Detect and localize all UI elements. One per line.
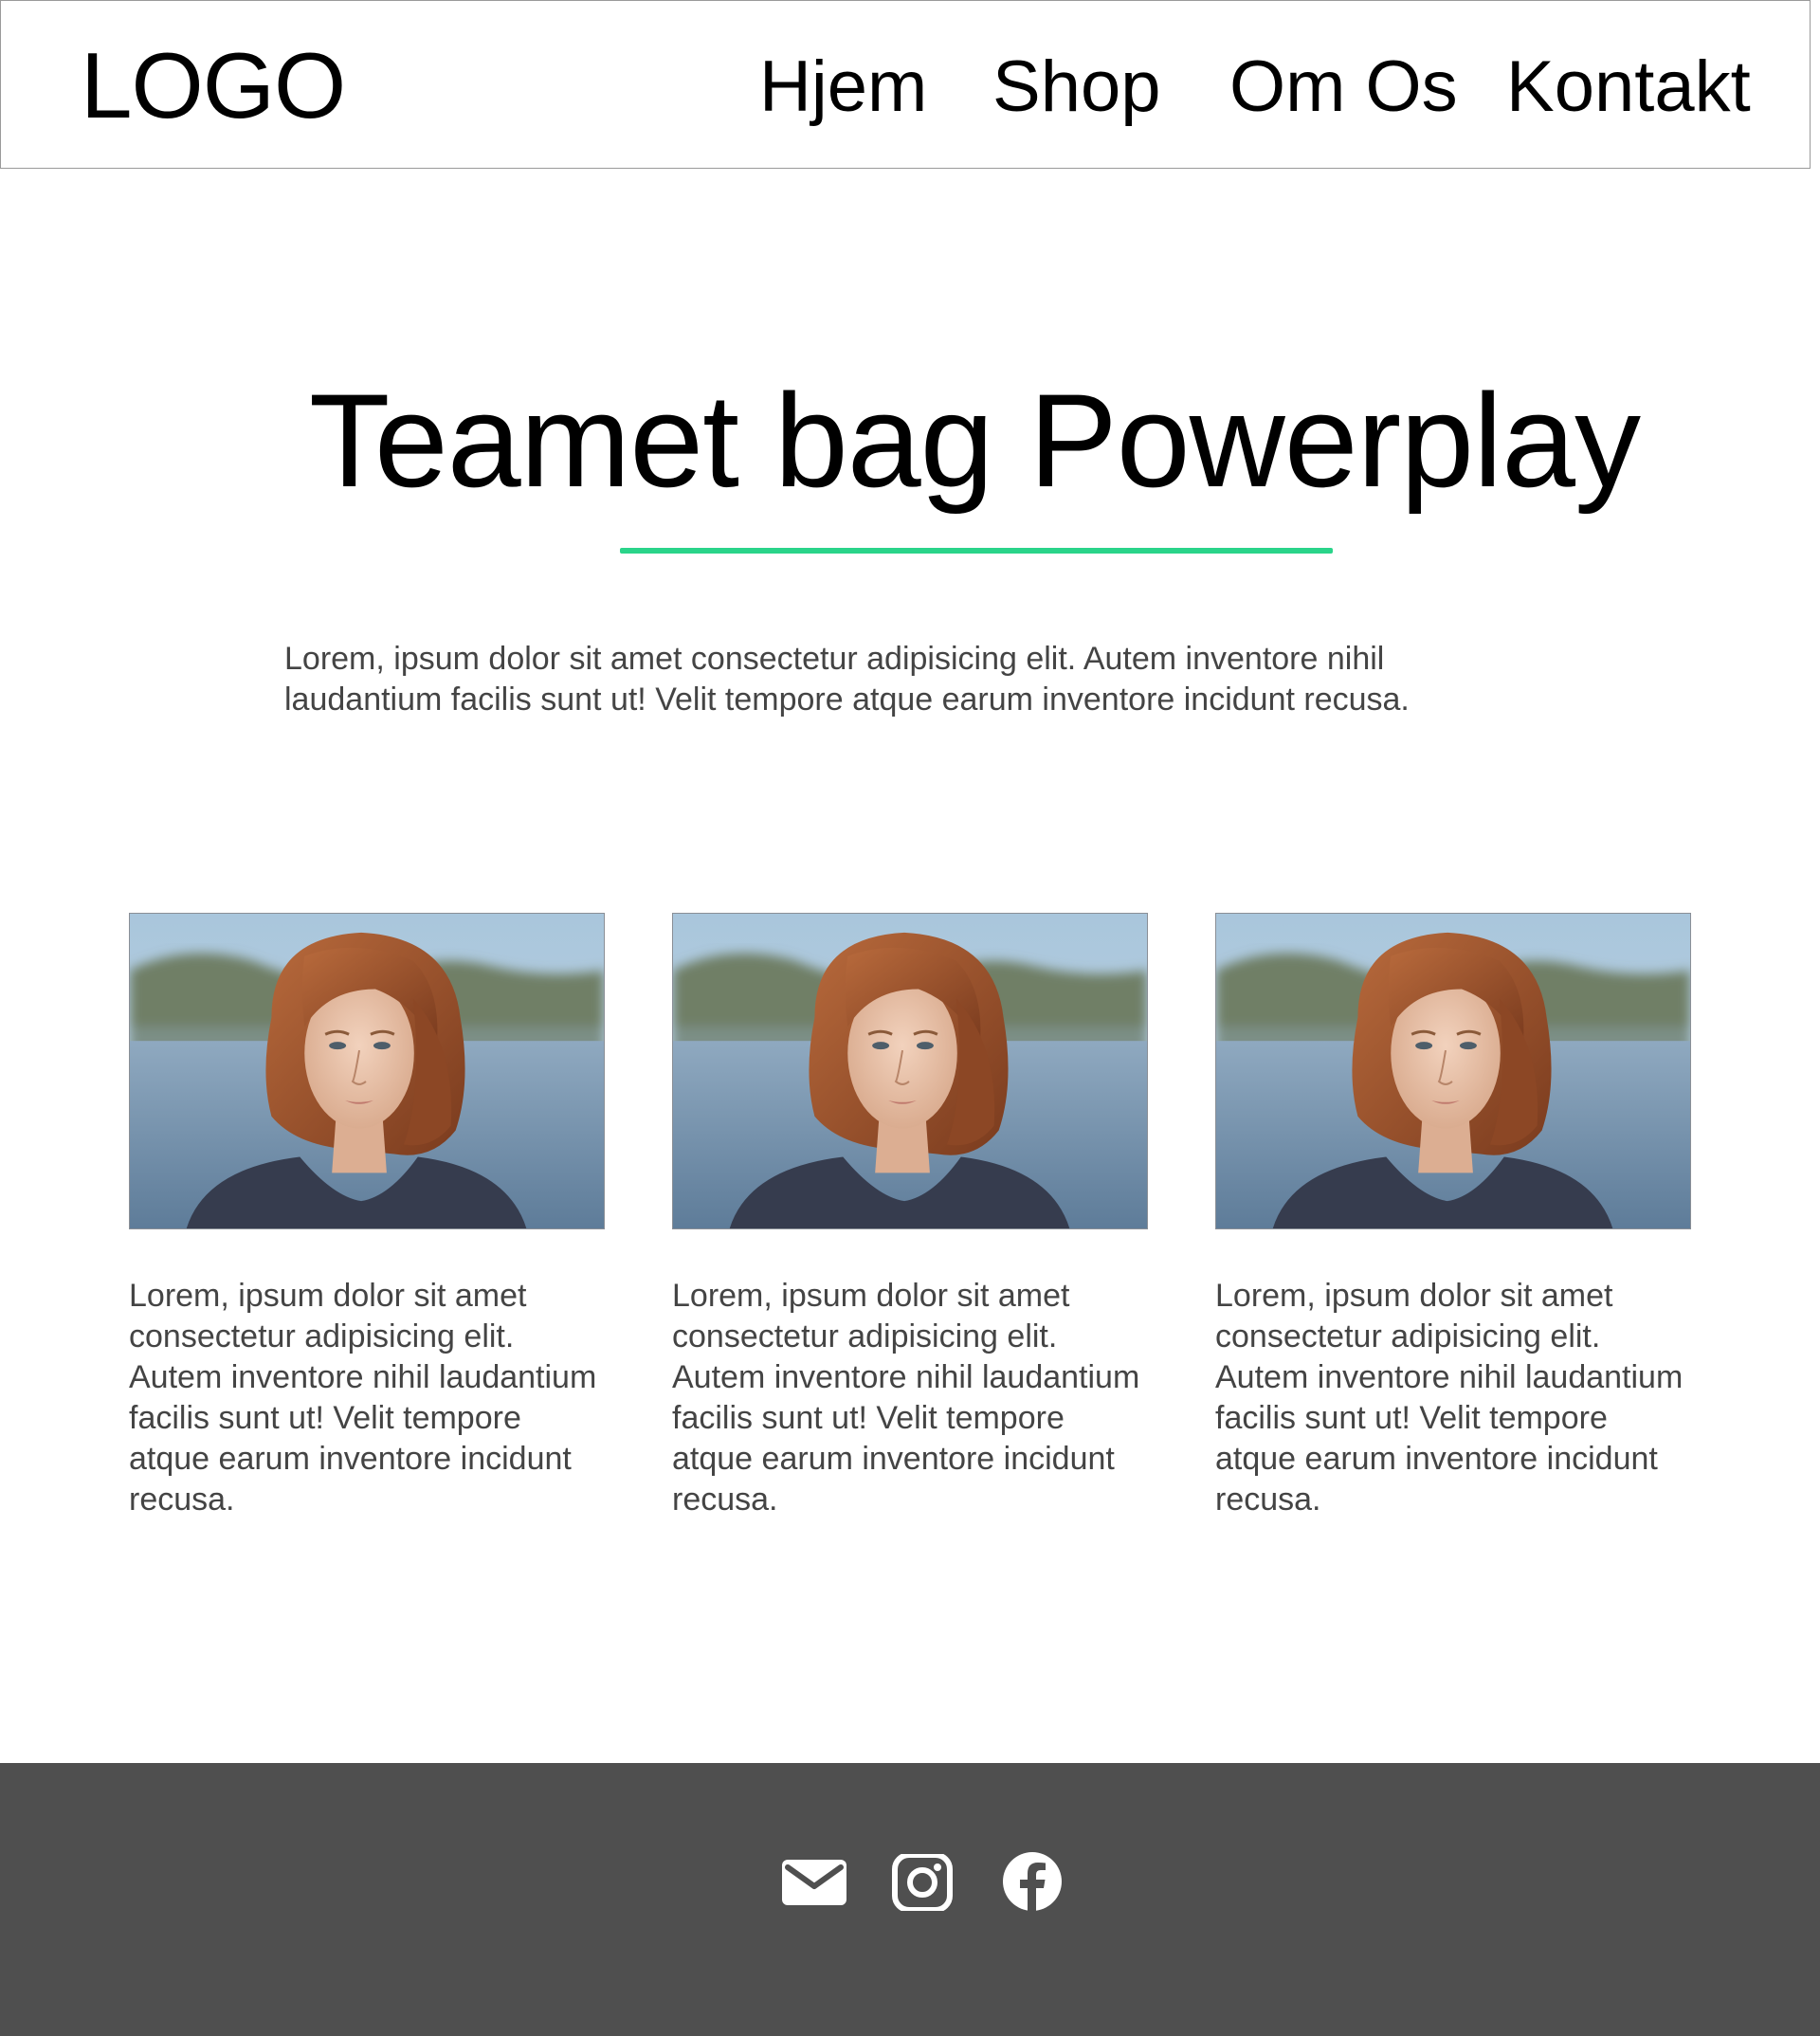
facebook-icon[interactable] xyxy=(998,1852,1066,1916)
team-card: Lorem, ipsum dolor sit amet consectetur … xyxy=(672,913,1148,1520)
site-header: LOGO Hjem Shop Om Os Kontakt xyxy=(0,0,1811,169)
instagram-icon[interactable] xyxy=(890,1852,955,1916)
team-member-photo xyxy=(1215,913,1691,1229)
page-title: Teamet bag Powerplay xyxy=(308,366,1641,515)
nav-item-kontakt[interactable]: Kontakt xyxy=(1506,45,1751,130)
team-member-photo xyxy=(672,913,1148,1229)
team-card-text: Lorem, ipsum dolor sit amet consectetur … xyxy=(129,1278,597,1518)
intro-text: Lorem, ipsum dolor sit amet consectetur … xyxy=(284,641,1410,718)
title-underline xyxy=(620,548,1333,554)
team-card-text: Lorem, ipsum dolor sit amet consectetur … xyxy=(1215,1278,1684,1518)
team-card-text: Lorem, ipsum dolor sit amet consectetur … xyxy=(672,1278,1140,1518)
nav-item-shop[interactable]: Shop xyxy=(992,45,1161,130)
team-card: Lorem, ipsum dolor sit amet consectetur … xyxy=(129,913,605,1520)
main-nav: Hjem Shop Om Os Kontakt xyxy=(1,45,1810,130)
team-card: Lorem, ipsum dolor sit amet consectetur … xyxy=(1215,913,1691,1520)
nav-item-om-os[interactable]: Om Os xyxy=(1229,45,1458,130)
nav-item-hjem[interactable]: Hjem xyxy=(759,45,927,130)
site-footer xyxy=(0,1763,1820,2036)
team-member-photo xyxy=(129,913,605,1229)
social-links xyxy=(0,1850,1820,1922)
mail-icon[interactable] xyxy=(782,1860,846,1910)
